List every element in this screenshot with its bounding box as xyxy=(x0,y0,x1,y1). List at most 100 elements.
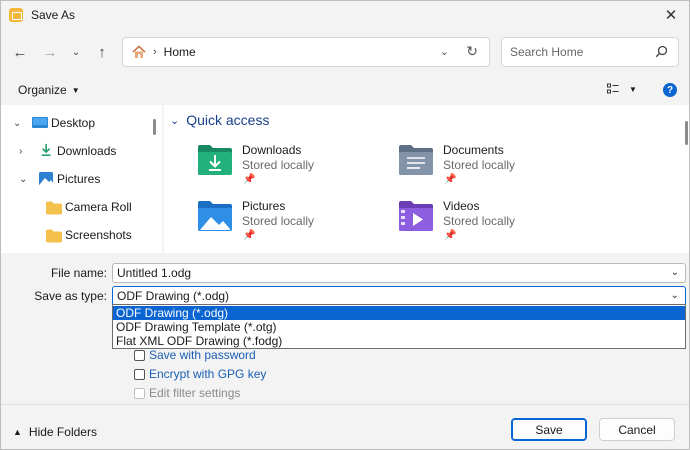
content-pane: ⌄ Quick access Downloads Stored locally … xyxy=(164,105,689,253)
encrypt-gpg-checkbox[interactable]: Encrypt with GPG key xyxy=(134,367,266,381)
search-icon xyxy=(655,45,668,58)
quick-access-item-documents[interactable]: Documents Stored locally 📌 xyxy=(398,143,578,191)
tree-item-desktop[interactable]: ⌄ Desktop xyxy=(1,109,151,137)
navigation-tree: ⌄ Desktop › Downloads ⌄ Pictures Camera … xyxy=(1,105,162,253)
breadcrumb-home[interactable]: Home xyxy=(164,45,196,59)
save-with-password-checkbox[interactable]: Save with password xyxy=(134,348,256,362)
documents-folder-icon xyxy=(399,145,433,175)
forward-button[interactable]: → xyxy=(39,41,61,63)
quick-access-item-videos[interactable]: Videos Stored locally 📌 xyxy=(398,199,578,247)
item-name: Documents xyxy=(443,143,504,157)
navigation-bar: ← → ⌄ ↑ › Home ⌄ ↻ Search Home xyxy=(1,34,689,70)
arrow-up-icon: ↑ xyxy=(98,43,106,61)
content-scrollbar[interactable] xyxy=(685,121,688,145)
checkbox-label: Edit filter settings xyxy=(149,386,241,400)
caret-up-icon: ▲ xyxy=(13,427,22,437)
save-as-type-value: ODF Drawing (*.odg) xyxy=(117,289,230,303)
view-options-button[interactable]: ▼ xyxy=(607,83,637,95)
type-option-odg[interactable]: ODF Drawing (*.odg) xyxy=(113,306,685,320)
downloads-folder-icon xyxy=(198,145,232,175)
edit-filter-settings-checkbox[interactable]: Edit filter settings xyxy=(134,386,240,400)
command-bar: Organize ▼ ▼ ? xyxy=(1,77,689,103)
quick-access-item-downloads[interactable]: Downloads Stored locally 📌 xyxy=(197,143,377,191)
chevron-down-icon: ⌄ xyxy=(170,114,180,127)
file-name-label: File name: xyxy=(50,266,107,280)
tree-item-pictures[interactable]: ⌄ Pictures xyxy=(1,165,151,193)
quick-access-label: Quick access xyxy=(186,112,270,128)
chevron-down-icon[interactable]: ⌄ xyxy=(19,174,27,185)
quick-access-item-pictures[interactable]: Pictures Stored locally 📌 xyxy=(197,199,377,247)
videos-folder-icon xyxy=(399,201,433,231)
item-status: Stored locally xyxy=(242,158,315,172)
checkbox-label: Encrypt with GPG key xyxy=(149,367,267,381)
organize-button[interactable]: Organize ▼ xyxy=(18,83,80,97)
tree-label: Pictures xyxy=(57,172,101,186)
app-icon xyxy=(9,8,23,22)
title-bar: Save As ✕ xyxy=(1,1,689,29)
chevron-down-icon[interactable]: ⌄ xyxy=(671,267,679,278)
footer-divider xyxy=(1,404,689,405)
save-as-type-label: Save as type: xyxy=(34,289,107,303)
pin-icon: 📌 xyxy=(444,174,457,185)
search-input[interactable]: Search Home xyxy=(510,45,583,59)
tree-scrollbar[interactable] xyxy=(153,119,156,135)
address-dropdown-icon[interactable]: ⌄ xyxy=(440,45,449,58)
save-as-type-options: ODF Drawing (*.odg) ODF Drawing Template… xyxy=(112,304,686,349)
type-option-fodg[interactable]: Flat XML ODF Drawing (*.fodg) xyxy=(113,334,685,348)
save-as-type-select[interactable]: ODF Drawing (*.odg) ⌄ xyxy=(112,286,686,306)
address-bar[interactable]: › Home ⌄ ↻ xyxy=(122,37,490,67)
chevron-down-icon[interactable]: ⌄ xyxy=(671,290,679,301)
item-status: Stored locally xyxy=(443,214,516,228)
item-name: Downloads xyxy=(242,143,302,157)
cancel-button[interactable]: Cancel xyxy=(599,418,675,441)
file-name-field[interactable]: Untitled 1.odg ⌄ xyxy=(112,263,686,283)
pictures-icon xyxy=(39,172,53,185)
item-name: Pictures xyxy=(242,199,286,213)
tree-label: Desktop xyxy=(51,116,96,130)
tree-label: Camera Roll xyxy=(65,200,132,214)
recent-locations-button[interactable]: ⌄ xyxy=(65,41,87,63)
checkbox-label: Save with password xyxy=(149,348,256,362)
pin-icon: 📌 xyxy=(243,174,256,185)
close-button[interactable]: ✕ xyxy=(653,1,689,29)
pin-icon: 📌 xyxy=(243,230,256,241)
tree-item-downloads[interactable]: › Downloads xyxy=(1,137,151,165)
chevron-down-icon[interactable]: ⌄ xyxy=(13,118,21,129)
tree-item-screenshots[interactable]: Screenshots xyxy=(1,221,151,249)
caret-down-icon: ▼ xyxy=(629,84,637,94)
organize-label: Organize xyxy=(18,83,67,97)
folder-icon xyxy=(46,229,62,243)
checkbox-box[interactable] xyxy=(134,349,145,361)
back-button[interactable]: ← xyxy=(9,41,31,63)
window-title: Save As xyxy=(31,8,76,22)
pictures-folder-icon xyxy=(198,201,232,231)
view-list-icon xyxy=(607,83,619,94)
hide-folders-label: Hide Folders xyxy=(28,425,97,439)
caret-down-icon: ▼ xyxy=(71,85,80,95)
save-button[interactable]: Save xyxy=(511,418,587,441)
downloads-icon xyxy=(41,143,51,157)
hide-folders-button[interactable]: ▲ Hide Folders xyxy=(13,425,97,439)
item-status: Stored locally xyxy=(443,158,516,172)
file-name-value: Untitled 1.odg xyxy=(117,266,192,280)
close-icon: ✕ xyxy=(664,7,678,24)
tree-item-camera-roll[interactable]: Camera Roll xyxy=(1,193,151,221)
save-as-dialog: Save As ✕ ← → ⌄ ↑ › Home ⌄ ↻ Search Home… xyxy=(0,0,690,450)
checkbox-box[interactable] xyxy=(134,387,145,399)
tree-label: Downloads xyxy=(57,144,117,158)
home-icon xyxy=(132,45,146,58)
checkbox-box[interactable] xyxy=(134,368,145,380)
breadcrumb-chevron-icon: › xyxy=(153,46,157,58)
arrow-left-icon: ← xyxy=(12,43,28,61)
item-status: Stored locally xyxy=(242,214,315,228)
quick-access-header[interactable]: ⌄ Quick access xyxy=(170,112,269,128)
search-box[interactable]: Search Home xyxy=(501,37,679,67)
up-button[interactable]: ↑ xyxy=(91,41,113,63)
arrow-right-icon: → xyxy=(42,43,58,61)
chevron-right-icon[interactable]: › xyxy=(19,146,22,157)
help-icon[interactable]: ? xyxy=(663,83,677,97)
refresh-icon[interactable]: ↻ xyxy=(466,43,478,60)
folder-icon xyxy=(46,201,62,215)
type-option-otg[interactable]: ODF Drawing Template (*.otg) xyxy=(113,320,685,334)
chevron-down-icon: ⌄ xyxy=(71,46,81,58)
